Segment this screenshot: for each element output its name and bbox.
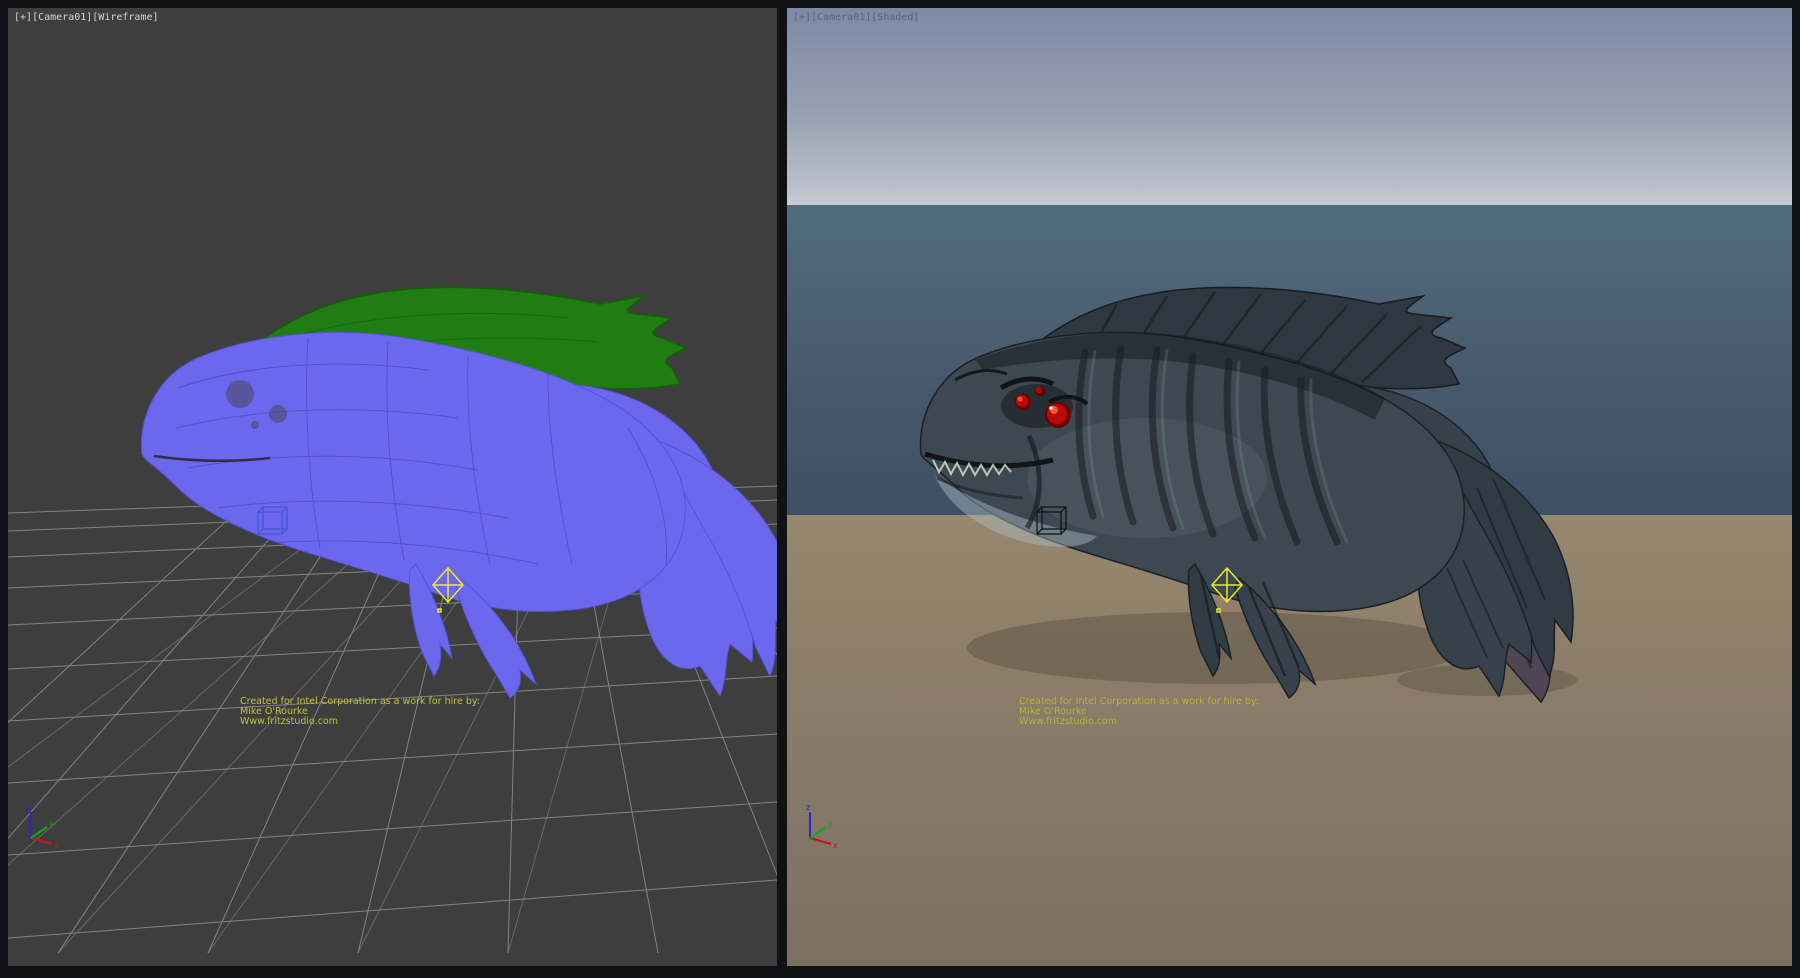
watermark: Created for Intel Corporation as a work … bbox=[1019, 697, 1259, 727]
axis-x-label: x bbox=[833, 841, 838, 850]
axis-x-label: x bbox=[54, 841, 59, 850]
viewport-camera01-wireframe[interactable]: [+][Camera01][Wireframe] bbox=[8, 8, 777, 966]
viewport-camera01-shaded[interactable]: [+][Camera01][Shaded] bbox=[787, 8, 1792, 966]
scene-shaded bbox=[787, 8, 1792, 966]
viewport-label: [+][Camera01][Shaded] bbox=[793, 12, 919, 23]
axis-y-label: y bbox=[828, 819, 833, 828]
viewport-shading-label[interactable]: [Shaded] bbox=[871, 12, 919, 23]
watermark-line3: Www.fritzstudio.com bbox=[1019, 717, 1259, 727]
axis-z-label: z bbox=[27, 803, 31, 812]
axis-z-label: z bbox=[806, 803, 810, 812]
axis-tripod: z x y bbox=[16, 800, 62, 850]
viewport-menu-button[interactable]: [+] bbox=[14, 12, 32, 23]
watermark-line3: Www.fritzstudio.com bbox=[240, 717, 480, 727]
viewport-camera-label[interactable]: [Camera01] bbox=[811, 12, 871, 23]
watermark: Created for Intel Corporation as a work … bbox=[240, 697, 480, 727]
fish-creature-wireframe[interactable] bbox=[141, 287, 777, 698]
viewport-menu-button[interactable]: [+] bbox=[793, 12, 811, 23]
viewport-camera-label[interactable]: [Camera01] bbox=[32, 12, 92, 23]
scene-wireframe bbox=[8, 8, 777, 966]
axis-y-label: y bbox=[49, 819, 54, 828]
axis-tripod: z x y bbox=[795, 800, 841, 850]
viewport-label: [+][Camera01][Wireframe] bbox=[14, 12, 159, 23]
viewport-shading-label[interactable]: [Wireframe] bbox=[92, 12, 158, 23]
